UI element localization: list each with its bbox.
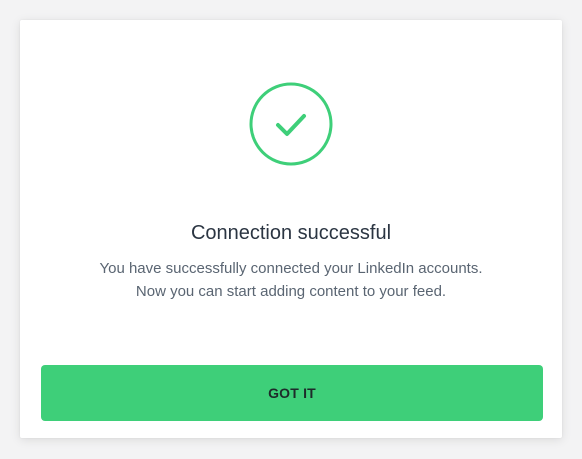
dialog-message-line: Now you can start adding content to your…	[135, 283, 447, 300]
dialog-message-line: You have successfully connected your Lin…	[99, 260, 483, 277]
success-dialog: Connection successful You have successfu…	[20, 20, 562, 438]
got-it-button[interactable]: GOT IT	[41, 365, 543, 421]
checkmark-circle-icon	[249, 82, 333, 166]
dialog-title: Connection successful	[190, 222, 392, 244]
dialog-message: You have successfully connected your Lin…	[20, 257, 562, 303]
